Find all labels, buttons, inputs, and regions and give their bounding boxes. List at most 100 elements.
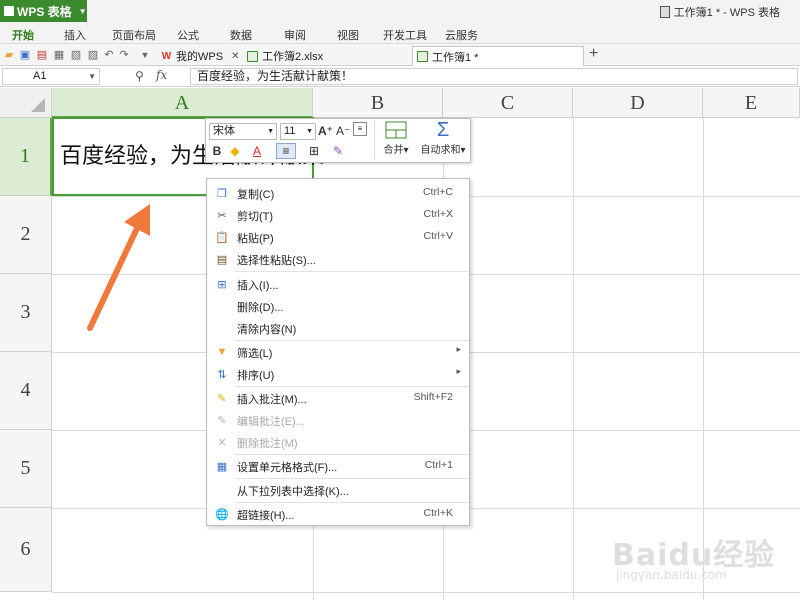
menu-shortcut: Ctrl+K — [423, 507, 453, 519]
menu-label: 设置单元格格式(F)... — [237, 462, 338, 474]
menu-paste-special[interactable]: ▤ 选择性粘贴(S)... — [207, 248, 469, 270]
menu-format-cells[interactable]: ▦ 设置单元格格式(F)... Ctrl+1 — [207, 455, 469, 477]
format-cells-icon: ▦ — [216, 460, 228, 473]
increase-font-icon[interactable]: A⁺ — [318, 123, 333, 139]
column-header-a[interactable]: A — [52, 88, 313, 118]
menu-developer[interactable]: 开发工具 — [383, 27, 427, 43]
menu-insert[interactable]: ⊞ 插入(I)... — [207, 273, 469, 295]
menu-shortcut: Ctrl+1 — [424, 459, 453, 471]
menu-label: 删除(D)... — [237, 302, 284, 314]
row-header-5[interactable]: 5 — [0, 430, 52, 508]
menu-view[interactable]: 视图 — [337, 27, 359, 43]
menu-label: 删除批注(M) — [237, 438, 298, 450]
menu-filter[interactable]: ▼ 筛选(L) ▸ — [207, 341, 469, 363]
undo-icon[interactable]: ↶ — [103, 49, 115, 61]
formula-input[interactable]: 百度经验，为生活献计献策！ — [190, 68, 798, 85]
font-size-select[interactable]: 11 ▼ — [280, 123, 316, 140]
merge-icon — [385, 121, 407, 139]
copy-icon: ❐ — [217, 187, 227, 200]
menu-label: 插入批注(M)... — [237, 394, 307, 406]
menu-sort[interactable]: ⇅ 排序(U) ▸ — [207, 363, 469, 385]
chevron-down-icon[interactable]: ▼ — [88, 69, 96, 84]
menu-label: 筛选(L) — [237, 348, 273, 360]
menu-insert-comment[interactable]: ✎ 插入批注(M)... Shift+F2 — [207, 387, 469, 409]
autosum-button[interactable]: Σ 自动求和▾ — [416, 119, 470, 156]
app-menu-button[interactable]: WPS 表格 ▼ — [0, 0, 87, 22]
zoom-icon[interactable]: ⚲ — [135, 69, 144, 83]
new-tab-button[interactable]: + — [589, 45, 598, 63]
font-color-icon[interactable]: A — [248, 143, 266, 159]
menu-clear-contents[interactable]: 清除内容(N) — [207, 317, 469, 339]
row-header-6[interactable]: 6 — [0, 508, 52, 592]
spell-check-icon[interactable]: ▨ — [87, 49, 99, 61]
fill-color-icon[interactable]: ◆ — [226, 143, 244, 159]
row-header-2[interactable]: 2 — [0, 196, 52, 274]
menu-paste[interactable]: 📋 粘贴(P) Ctrl+V — [207, 226, 469, 248]
align-center-icon[interactable]: ≡ — [276, 143, 296, 159]
select-all-corner[interactable] — [0, 88, 52, 118]
sheet-icon — [417, 51, 428, 62]
menu-delete[interactable]: 删除(D)... — [207, 295, 469, 317]
insert-comment-icon: ✎ — [217, 392, 227, 405]
arrow-shaft — [87, 219, 143, 331]
menu-formula[interactable]: 公式 — [177, 27, 199, 43]
window-title-text: 工作簿1 * - WPS 表格 — [673, 7, 780, 19]
sigma-icon: Σ — [436, 119, 450, 141]
tab-workbook2[interactable]: 工作簿2.xlsx ✕ — [243, 46, 424, 66]
row-header-4[interactable]: 4 — [0, 352, 52, 430]
menu-label: 超链接(H)... — [237, 510, 295, 522]
font-size-value: 11 — [284, 125, 296, 137]
customize-dropdown-icon[interactable]: ▼ — [139, 49, 151, 61]
mini-format-toolbar: 宋体 ▼ 11 ▼ A⁺ A⁻ ≡ B ◆ A ≡ ⊞ ✎ 合并▾ Σ 自动求和… — [205, 118, 471, 163]
print-icon[interactable]: ▦ — [53, 49, 65, 61]
borders-icon[interactable]: ⊞ — [306, 143, 322, 159]
menu-home[interactable]: 开始 — [12, 27, 34, 43]
close-icon[interactable]: ✕ — [231, 51, 239, 62]
menu-copy[interactable]: ❐ 复制(C) Ctrl+C — [207, 182, 469, 204]
print-preview-icon[interactable]: ▧ — [70, 49, 82, 61]
autosum-label: 自动求和 — [420, 145, 461, 156]
row-header-3[interactable]: 3 — [0, 274, 52, 352]
merge-button[interactable]: 合并▾ — [378, 121, 414, 156]
bold-icon[interactable]: B — [210, 143, 224, 159]
chevron-down-icon: ▼ — [78, 6, 87, 16]
decrease-font-icon[interactable]: A⁻ — [336, 123, 350, 139]
menu-pick-from-list[interactable]: 从下拉列表中选择(K)... — [207, 479, 469, 501]
menu-cloud[interactable]: 云服务 — [445, 27, 478, 43]
fx-icon[interactable]: fx — [156, 68, 167, 82]
menu-hyperlink[interactable]: 🌐 超链接(H)... Ctrl+K — [207, 503, 469, 525]
tab-workbook1[interactable]: 工作簿1 * — [412, 46, 584, 66]
menu-shortcut: Ctrl+X — [423, 208, 453, 220]
menu-insert[interactable]: 插入 — [64, 27, 86, 43]
sheet-icon — [247, 50, 258, 62]
paste-icon: 📋 — [215, 231, 229, 244]
column-header-e[interactable]: E — [703, 88, 800, 118]
menu-data[interactable]: 数据 — [230, 27, 252, 43]
wrap-text-icon[interactable]: ≡ — [353, 122, 367, 136]
open-icon[interactable]: ▰ — [3, 49, 15, 61]
row-header-1[interactable]: 1 — [0, 118, 52, 196]
delete-comment-icon: ✕ — [217, 436, 227, 449]
tab-bar: ▰ ▣ ▤ ▦ ▧ ▨ ↶ ↷ ▼ W 我的WPS ✕ 工作簿2.xlsx ✕ … — [0, 44, 800, 66]
watermark: Baidu经验 jingyan.baidu.com — [612, 530, 775, 582]
annotation-arrow — [87, 204, 150, 331]
column-header-b[interactable]: B — [313, 88, 443, 118]
column-header-c[interactable]: C — [443, 88, 573, 118]
document-icon — [659, 6, 670, 18]
tab-my-wps[interactable]: W 我的WPS ✕ — [157, 46, 243, 66]
menu-cut[interactable]: ✂ 剪切(T) Ctrl+X — [207, 204, 469, 226]
menu-review[interactable]: 审阅 — [284, 27, 306, 43]
menu-shortcut: Shift+F2 — [413, 391, 453, 403]
format-painter-icon[interactable]: ✎ — [330, 143, 346, 159]
save-icon[interactable]: ▣ — [19, 49, 31, 61]
menu-edit-comment: ✎ 编辑批注(E)... — [207, 409, 469, 431]
menu-page-layout[interactable]: 页面布局 — [112, 27, 156, 43]
column-header-d[interactable]: D — [573, 88, 703, 118]
name-box[interactable]: A1 ▼ — [2, 68, 100, 85]
redo-icon[interactable]: ↷ — [118, 49, 130, 61]
menu-label: 编辑批注(E)... — [237, 416, 305, 428]
sort-icon: ⇅ — [217, 368, 227, 381]
edit-comment-icon: ✎ — [217, 414, 227, 427]
font-family-select[interactable]: 宋体 ▼ — [209, 123, 277, 140]
export-pdf-icon[interactable]: ▤ — [36, 49, 48, 61]
